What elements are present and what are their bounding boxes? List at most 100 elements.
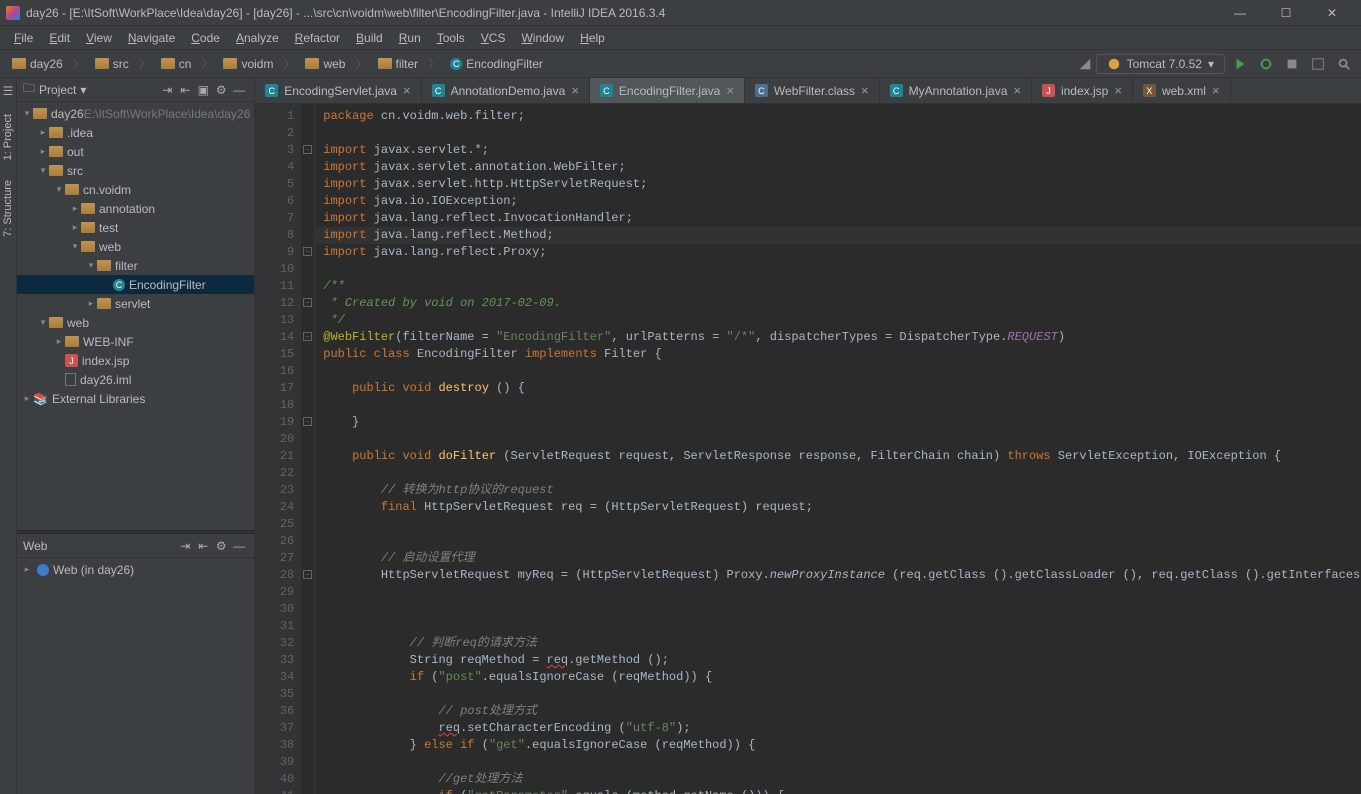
twisty-icon[interactable]: ▸ (21, 393, 33, 404)
breadcrumb-item[interactable]: cn (155, 55, 198, 73)
gear-icon[interactable]: ⚙ (212, 81, 230, 99)
close-icon[interactable]: × (571, 83, 579, 98)
twisty-icon[interactable]: ▾ (21, 108, 33, 119)
maximize-button[interactable]: ☐ (1263, 0, 1309, 26)
close-icon[interactable]: × (726, 83, 734, 98)
close-icon[interactable]: × (1013, 83, 1021, 98)
menu-edit[interactable]: Edit (41, 28, 78, 48)
debug-button[interactable] (1255, 53, 1277, 75)
tree-row[interactable]: ▸📚External Libraries (17, 389, 254, 408)
web-tree[interactable]: ▸ Web (in day26) (17, 558, 254, 794)
twisty-icon[interactable]: ▾ (37, 165, 49, 176)
menu-refactor[interactable]: Refactor (287, 28, 348, 48)
autoscroll-to-source-icon[interactable]: ⇥ (158, 81, 176, 99)
editor-tab[interactable]: Jindex.jsp× (1032, 78, 1133, 103)
editor-body[interactable]: 1234567891011121314151617O18192021O22232… (255, 104, 1361, 794)
fold-toggle-icon[interactable]: − (303, 145, 312, 154)
hide-icon[interactable]: — (230, 537, 248, 555)
menu-file[interactable]: File (6, 28, 41, 48)
tree-row[interactable]: ▸test (17, 218, 254, 237)
menu-vcs[interactable]: VCS (473, 28, 514, 48)
editor-tab[interactable]: CEncodingServlet.java× (255, 78, 421, 103)
tree-row[interactable]: ▾src (17, 161, 254, 180)
fold-toggle-icon[interactable]: − (303, 417, 312, 426)
close-button[interactable]: ✕ (1309, 0, 1355, 26)
menu-analyze[interactable]: Analyze (228, 28, 287, 48)
code-area[interactable]: package cn.voidm.web.filter; import java… (315, 104, 1361, 794)
breadcrumb-item[interactable]: web (299, 55, 351, 73)
list-item[interactable]: ▸ Web (in day26) (17, 560, 254, 579)
menu-navigate[interactable]: Navigate (120, 28, 183, 48)
twisty-icon[interactable]: ▸ (37, 127, 49, 138)
close-icon[interactable]: × (403, 83, 411, 98)
breadcrumb-item[interactable]: voidm (217, 55, 279, 73)
vcs-icon[interactable] (1307, 53, 1329, 75)
tree-row[interactable]: ▾filter (17, 256, 254, 275)
breadcrumb-item[interactable]: CEncodingFilter (444, 55, 549, 73)
breadcrumb-item[interactable]: filter (372, 55, 425, 73)
fold-toggle-icon[interactable]: − (303, 298, 312, 307)
editor-tab[interactable]: CEncodingFilter.java× (590, 78, 745, 103)
hide-icon[interactable]: — (230, 81, 248, 99)
editor-tab[interactable]: CAnnotationDemo.java× (422, 78, 590, 103)
autoscroll-from-source-icon[interactable]: ⇤ (176, 81, 194, 99)
twisty-icon[interactable]: ▸ (69, 222, 81, 233)
line-number-gutter[interactable]: 1234567891011121314151617O18192021O22232… (255, 104, 301, 794)
close-icon[interactable]: × (1114, 83, 1122, 98)
gear-icon[interactable]: ⚙ (212, 537, 230, 555)
menu-code[interactable]: Code (183, 28, 228, 48)
chevron-down-icon[interactable]: ▾ (80, 83, 86, 97)
tree-row[interactable]: day26.iml (17, 370, 254, 389)
build-icon[interactable] (1074, 53, 1096, 75)
editor-tab[interactable]: Xweb.xml× (1133, 78, 1231, 103)
fold-toggle-icon[interactable]: − (303, 570, 312, 579)
menu-window[interactable]: Window (513, 28, 572, 48)
project-tool-icon[interactable]: ☰ (3, 78, 14, 104)
project-panel-title[interactable]: Project (39, 83, 76, 97)
autoscroll-to-source-icon[interactable]: ⇥ (176, 537, 194, 555)
run-button[interactable] (1229, 53, 1251, 75)
strip-tab-project[interactable]: 1: Project (0, 104, 16, 170)
menu-build[interactable]: Build (348, 28, 391, 48)
twisty-icon[interactable]: ▾ (69, 241, 81, 252)
twisty-icon[interactable]: ▸ (69, 203, 81, 214)
breadcrumb-item[interactable]: day26 (6, 55, 69, 73)
editor-tab[interactable]: CWebFilter.class× (745, 78, 880, 103)
fold-column[interactable]: − − − − − − (301, 104, 315, 794)
twisty-icon[interactable]: ▾ (85, 260, 97, 271)
collapse-all-icon[interactable]: ▣ (194, 81, 212, 99)
twisty-icon[interactable]: ▸ (53, 336, 65, 347)
tree-row[interactable]: ▸WEB-INF (17, 332, 254, 351)
web-panel-title[interactable]: Web (23, 539, 47, 553)
twisty-icon[interactable]: ▾ (37, 317, 49, 328)
tree-row[interactable]: ▾cn.voidm (17, 180, 254, 199)
fold-toggle-icon[interactable]: − (303, 247, 312, 256)
autoscroll-from-source-icon[interactable]: ⇤ (194, 537, 212, 555)
close-icon[interactable]: × (1212, 83, 1220, 98)
tree-row[interactable]: ▾web (17, 237, 254, 256)
stop-button[interactable] (1281, 53, 1303, 75)
tree-row[interactable]: ▸annotation (17, 199, 254, 218)
close-icon[interactable]: × (861, 83, 869, 98)
breadcrumb-item[interactable]: src (89, 55, 135, 73)
editor-tab[interactable]: CMyAnnotation.java× (880, 78, 1032, 103)
run-configuration[interactable]: Tomcat 7.0.52 ▾ (1096, 54, 1225, 74)
twisty-icon[interactable]: ▸ (37, 146, 49, 157)
fold-toggle-icon[interactable]: − (303, 332, 312, 341)
tree-row[interactable]: CEncodingFilter (17, 275, 254, 294)
tree-row[interactable]: ▸servlet (17, 294, 254, 313)
strip-tab-structure[interactable]: 7: Structure (0, 170, 16, 247)
menu-run[interactable]: Run (391, 28, 429, 48)
menu-help[interactable]: Help (572, 28, 613, 48)
tree-row[interactable]: ▾web (17, 313, 254, 332)
search-everywhere-icon[interactable] (1333, 53, 1355, 75)
tree-row[interactable]: ▾day26 E:\ItSoft\WorkPlace\Idea\day26 (17, 104, 254, 123)
minimize-button[interactable]: — (1217, 0, 1263, 26)
tree-row[interactable]: Jindex.jsp (17, 351, 254, 370)
twisty-icon[interactable]: ▸ (85, 298, 97, 309)
project-tree[interactable]: ▾day26 E:\ItSoft\WorkPlace\Idea\day26▸.i… (17, 102, 254, 530)
twisty-icon[interactable]: ▾ (53, 184, 65, 195)
tree-row[interactable]: ▸.idea (17, 123, 254, 142)
menu-view[interactable]: View (78, 28, 120, 48)
menu-tools[interactable]: Tools (429, 28, 473, 48)
